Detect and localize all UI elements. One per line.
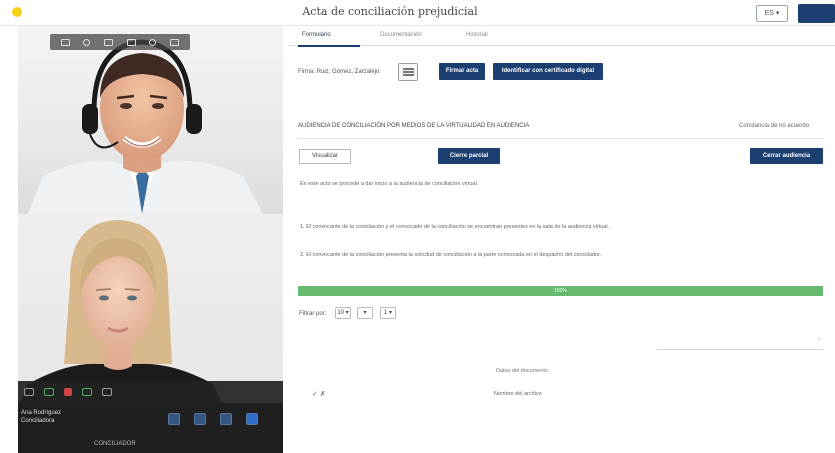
remove-participant-button[interactable] [220,413,232,425]
top-bar: Acta de conciliación prejudicial ES ▾ [0,0,835,26]
sign-act-button[interactable]: Firmar acta [439,63,485,80]
close-hearing-button[interactable]: Cerrar audiencia [750,148,823,164]
brand-logo-icon [12,7,22,17]
more-icon[interactable] [102,388,112,396]
partial-close-button[interactable]: Cierre parcial [438,148,500,164]
body-text-line: En este acto se procede a dar inicio a l… [300,181,479,187]
filter-label: Filtrar por: [299,311,327,317]
tab-documentacion[interactable]: Documentación [380,32,422,38]
add-participant-button[interactable] [246,413,258,425]
mic-icon[interactable] [24,388,34,396]
participant-name: Ana Rodríguez [21,410,62,416]
camera-icon[interactable] [44,388,54,396]
video-feed-participant [18,214,283,406]
table-column-header: Datos del documento [496,368,548,374]
progress-bar: 100% [298,286,823,296]
participant-info: Ana Rodríguez Conciliadora CONCILIADOR [18,403,283,453]
progress-label: 100% [554,288,567,294]
participant-video-image [18,220,223,406]
mute-participant-button[interactable] [168,413,180,425]
video-icon[interactable] [60,38,70,46]
search-icon[interactable]: › [818,337,820,343]
expand-icon[interactable] [170,38,180,46]
settings-icon[interactable] [149,38,157,46]
participant-role: Conciliadora [21,418,55,424]
signature-icon[interactable] [398,63,418,81]
tab-bar: Formulario Documentación Historial [288,28,835,46]
call-controls-bar [18,381,283,403]
video-feed-host [18,26,283,214]
section-title: AUDIENCIA DE CONCILIACIÓN POR MEDIOS DE … [298,123,530,129]
info-participant-button[interactable] [194,413,206,425]
hangup-icon[interactable] [64,388,72,396]
tab-historial[interactable]: Historial [466,32,488,38]
mic-icon[interactable] [83,38,91,46]
participant-actions [168,413,258,425]
page-size-select[interactable]: 10 ▾ [335,307,351,319]
page-title: Acta de conciliación prejudicial [302,5,478,18]
section-divider [298,138,823,139]
signer-label: Firma: Ruiz, Gómez, Zarzalejo [298,69,380,75]
page-number-select[interactable]: 1 ▾ [380,307,396,319]
search-input[interactable] [657,349,823,350]
language-select[interactable]: ES ▾ [756,5,788,22]
active-tab-indicator [298,45,360,47]
body-text-line: 1. El convocante de la conciliación y el… [300,224,610,230]
body-text-line: 2. El convocante de la conciliación pres… [300,252,602,258]
chat-icon[interactable] [126,38,136,46]
filter-select[interactable]: ▾ [357,307,373,319]
section-status-label: Constancia de no acuerdo [739,123,810,129]
screen-icon[interactable] [104,38,114,46]
preview-button[interactable]: Visualizar [299,149,351,164]
user-menu-button[interactable] [798,4,835,23]
video-panel: Ana Rodríguez Conciliadora CONCILIADOR [18,26,283,453]
row-action-icons[interactable]: ✓ ✗ [312,390,326,398]
digital-cert-button[interactable]: Identificar con certificado digital [493,63,603,80]
host-video-image [28,39,263,214]
tab-formulario[interactable]: Formulario [302,32,331,38]
panel-footer-label: CONCILIADOR [94,441,136,447]
table-cell-value: Nombre del archivo [494,391,542,397]
share-icon[interactable] [82,388,92,396]
video-toolbar [50,34,190,50]
